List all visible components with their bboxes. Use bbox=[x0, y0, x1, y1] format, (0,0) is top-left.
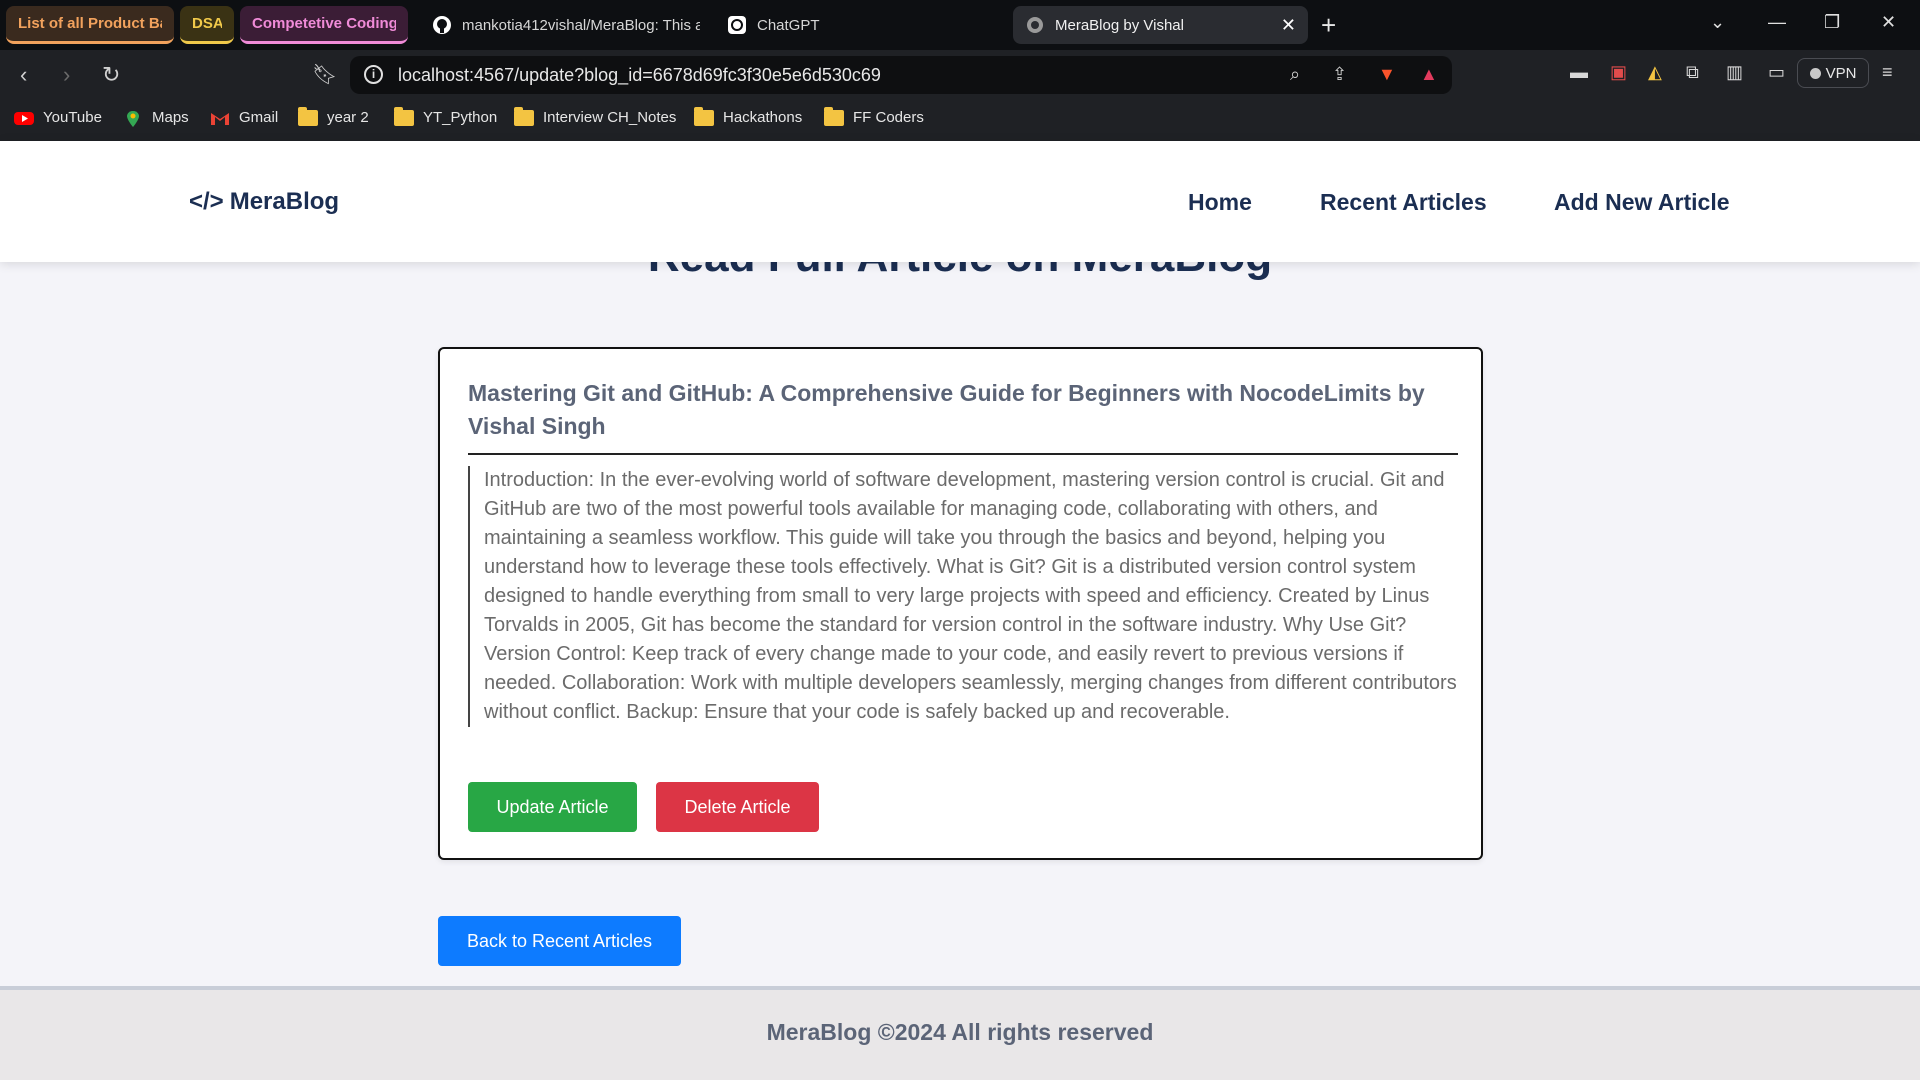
browser-tab-bar: List of all Product Ba DSA Competetive C… bbox=[0, 0, 1920, 50]
tab-label: ChatGPT bbox=[757, 16, 820, 34]
share-icon[interactable]: ⇪ bbox=[1332, 64, 1347, 85]
tab-label: DSA bbox=[192, 15, 222, 32]
vpn-status-icon bbox=[1809, 67, 1821, 79]
back-arrow-icon[interactable]: ‹ bbox=[20, 62, 27, 88]
site-navbar: </> MeraBlog Home Recent Articles Add Ne… bbox=[0, 141, 1920, 262]
maps-icon bbox=[123, 110, 143, 127]
window-close-icon[interactable]: ✕ bbox=[1881, 12, 1896, 33]
tab-merablog-active[interactable]: MeraBlog by Vishal ✕ bbox=[1013, 6, 1308, 44]
tab-label: MeraBlog by Vishal bbox=[1055, 16, 1184, 34]
update-article-button[interactable]: Update Article bbox=[468, 782, 637, 832]
nav-recent-articles-link[interactable]: Recent Articles bbox=[1320, 189, 1487, 216]
tab-group-product[interactable]: List of all Product Ba bbox=[6, 6, 174, 44]
tab-label: mankotia412vishal/MeraBlog: This ap bbox=[462, 16, 700, 34]
menu-icon[interactable]: ≡ bbox=[1882, 62, 1893, 83]
tab-chatgpt[interactable]: ChatGPT bbox=[715, 6, 1005, 44]
back-to-recent-articles-button[interactable]: Back to Recent Articles bbox=[438, 916, 681, 966]
gmail-icon bbox=[210, 110, 230, 126]
extension-calendar-icon[interactable]: ▣ bbox=[1610, 62, 1627, 83]
tab-label: List of all Product Ba bbox=[18, 15, 162, 32]
delete-article-button[interactable]: Delete Article bbox=[656, 782, 819, 832]
article-card: Mastering Git and GitHub: A Comprehensiv… bbox=[438, 347, 1483, 860]
site-info-icon[interactable]: i bbox=[364, 65, 383, 84]
bookmark-folder-year2[interactable]: year 2 bbox=[298, 106, 369, 126]
extension-warning-icon[interactable]: ◭ bbox=[1648, 62, 1662, 83]
chatgpt-icon bbox=[727, 15, 747, 35]
bookmarks-bar: YouTube Maps Gmail year 2 YT_Python Inte… bbox=[0, 100, 1920, 141]
site-footer: MeraBlog ©2024 All rights reserved bbox=[0, 986, 1920, 1080]
sidebar-icon[interactable]: ▥ bbox=[1726, 62, 1743, 83]
article-title: Mastering Git and GitHub: A Comprehensiv… bbox=[468, 377, 1458, 455]
tab-search-chevron-icon[interactable]: ⌄ bbox=[1710, 12, 1725, 33]
tab-group-dsa[interactable]: DSA bbox=[180, 6, 234, 44]
zoom-icon[interactable]: ⌕ bbox=[1290, 64, 1300, 85]
bookmark-folder-hackathons[interactable]: Hackathons bbox=[694, 106, 803, 126]
nav-add-article-link[interactable]: Add New Article bbox=[1554, 189, 1730, 216]
youtube-icon bbox=[14, 110, 34, 126]
site-logo[interactable]: </> MeraBlog bbox=[189, 188, 339, 216]
code-icon: </> bbox=[189, 188, 224, 215]
tab-github[interactable]: mankotia412vishal/MeraBlog: This ap bbox=[420, 6, 712, 44]
bookmark-youtube[interactable]: YouTube bbox=[14, 109, 102, 126]
forward-arrow-icon[interactable]: › bbox=[63, 62, 70, 88]
footer-text: MeraBlog ©2024 All rights reserved bbox=[766, 1019, 1154, 1045]
bookmark-folder-ytpython[interactable]: YT_Python bbox=[394, 106, 498, 126]
bookmark-label: year 2 bbox=[327, 109, 369, 126]
bookmark-folder-ffcoders[interactable]: FF Coders bbox=[824, 106, 924, 126]
url-text: localhost:4567/update?blog_id=6678d69fc3… bbox=[398, 65, 881, 85]
article-body: Introduction: In the ever-evolving world… bbox=[468, 466, 1458, 727]
extensions-puzzle-icon[interactable]: ⧉ bbox=[1686, 62, 1699, 83]
folder-icon bbox=[694, 106, 714, 126]
globe-icon bbox=[1025, 15, 1045, 35]
extension-camera-icon[interactable]: ▬ bbox=[1570, 62, 1588, 83]
tab-group-competitive[interactable]: Competetive Coding bbox=[240, 6, 408, 44]
brave-rewards-icon[interactable]: ▲ bbox=[1420, 64, 1438, 85]
minimize-icon[interactable]: — bbox=[1768, 12, 1786, 33]
bookmark-label: Interview CH_Notes bbox=[543, 109, 677, 126]
nav-home-link[interactable]: Home bbox=[1188, 189, 1252, 216]
restore-icon[interactable]: ❐ bbox=[1824, 12, 1840, 33]
github-icon bbox=[432, 15, 452, 35]
brave-shields-icon[interactable]: ▼ bbox=[1378, 64, 1396, 85]
folder-icon bbox=[394, 106, 414, 126]
browser-toolbar: ‹ › ↻ 🔖︎ i localhost:4567/update?blog_id… bbox=[0, 50, 1920, 100]
vpn-label: VPN bbox=[1825, 64, 1857, 82]
bookmark-label: Gmail bbox=[239, 109, 279, 126]
bookmark-label: Maps bbox=[152, 109, 189, 126]
bookmark-icon[interactable]: 🔖︎ bbox=[312, 62, 337, 87]
folder-icon bbox=[298, 106, 318, 126]
bookmark-label: YouTube bbox=[43, 109, 102, 126]
folder-icon bbox=[514, 106, 534, 126]
logo-text: MeraBlog bbox=[229, 188, 340, 215]
vpn-button[interactable]: VPN bbox=[1797, 58, 1869, 88]
bookmark-maps[interactable]: Maps bbox=[123, 109, 189, 127]
bookmark-label: YT_Python bbox=[423, 109, 498, 126]
close-tab-icon[interactable]: ✕ bbox=[1281, 15, 1296, 36]
wallet-icon[interactable]: ▭ bbox=[1768, 62, 1785, 83]
folder-icon bbox=[824, 106, 844, 126]
address-bar[interactable]: i localhost:4567/update?blog_id=6678d69f… bbox=[350, 56, 1452, 94]
tab-label: Competetive Coding bbox=[252, 15, 396, 32]
bookmark-label: FF Coders bbox=[853, 109, 924, 126]
bookmark-folder-interview[interactable]: Interview CH_Notes bbox=[514, 106, 677, 126]
reload-icon[interactable]: ↻ bbox=[102, 62, 120, 88]
new-tab-icon[interactable]: + bbox=[1321, 10, 1336, 41]
bookmark-label: Hackathons bbox=[723, 109, 803, 126]
bookmark-gmail[interactable]: Gmail bbox=[210, 109, 278, 126]
